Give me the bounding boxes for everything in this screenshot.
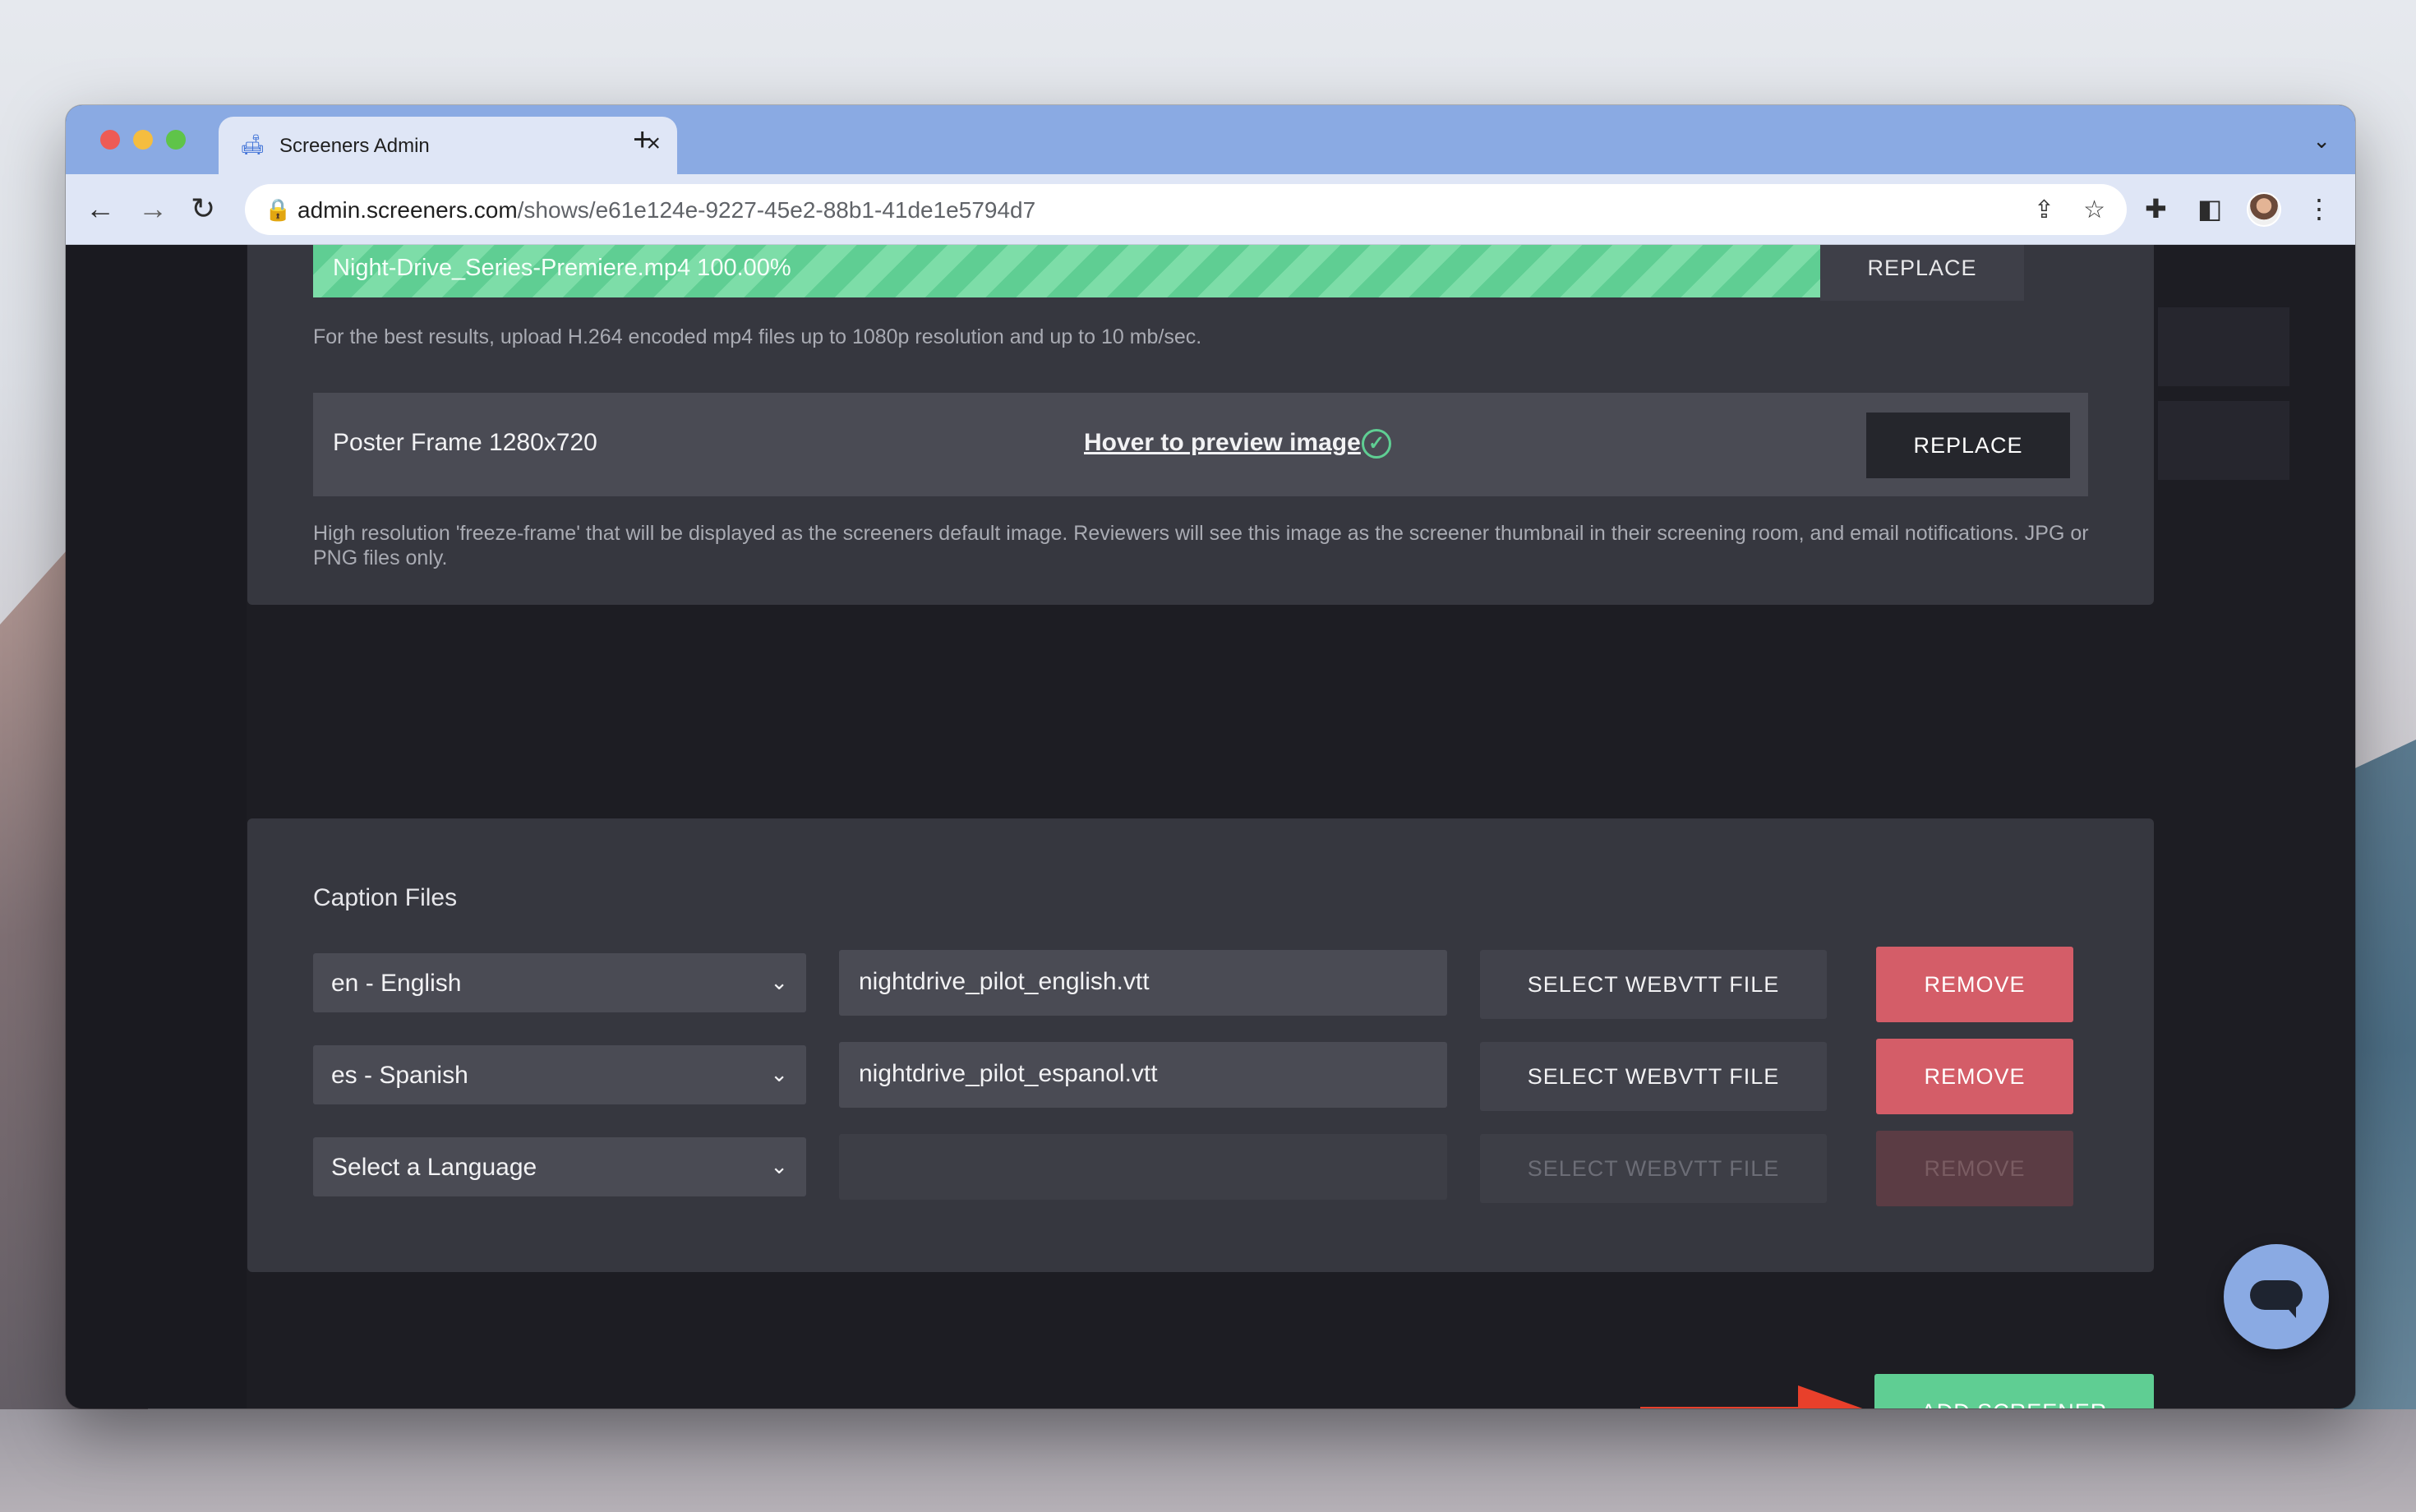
select-webvtt-button-disabled: SELECT WEBVTT FILE (1480, 1134, 1827, 1203)
caption-files-title: Caption Files (313, 884, 458, 911)
url-text[interactable]: admin.screeners.com/shows/e61e124e-9227-… (297, 197, 1035, 224)
preview-image-link[interactable]: Hover to preview image (1084, 429, 1361, 457)
poster-frame-row: Poster Frame 1280x720 Hover to preview i… (313, 393, 2088, 496)
replace-video-button[interactable]: REPLACE (1820, 245, 2024, 301)
language-select-value: es - Spanish (331, 1062, 468, 1089)
select-webvtt-button[interactable]: SELECT WEBVTT FILE (1480, 1042, 1827, 1111)
tab-bar: 🛋 Screeners Admin × + ⌄ (66, 105, 2355, 174)
dimmed-panel (2158, 307, 2289, 386)
chevron-down-icon: ⌄ (770, 1154, 788, 1178)
extensions-puzzle-icon[interactable]: ✚ (2145, 191, 2167, 227)
check-circle-icon: ✓ (1362, 429, 1391, 459)
back-arrow-icon[interactable]: ← (85, 191, 115, 227)
caption-file-name: nightdrive_pilot_espanol.vtt (859, 1060, 1158, 1087)
browser-window: 🛋 Screeners Admin × + ⌄ ← → ↻ 🔒 admin.sc… (66, 105, 2355, 1408)
close-window-button[interactable] (100, 130, 120, 150)
annotation-arrow-icon (1640, 1385, 1863, 1408)
replace-poster-button[interactable]: REPLACE (1866, 413, 2070, 478)
caption-file-field-disabled (839, 1134, 1447, 1200)
share-icon[interactable]: ⇪ (2034, 196, 2054, 224)
bookmark-star-icon[interactable]: ☆ (2083, 196, 2105, 224)
poster-frame-label: Poster Frame 1280x720 (333, 429, 597, 456)
caption-file-field[interactable]: nightdrive_pilot_espanol.vtt (839, 1042, 1447, 1108)
profile-avatar[interactable] (2247, 192, 2281, 227)
chevron-down-icon: ⌄ (770, 970, 788, 994)
progress-label: Night-Drive_Series-Premiere.mp4 100.00% (333, 255, 791, 281)
url-path: /shows/e61e124e-9227-45e2-88b1-41de1e579… (517, 197, 1036, 223)
dimmed-sidebar (66, 245, 247, 1408)
new-tab-icon[interactable]: + (633, 123, 652, 156)
tab-screeners-admin[interactable]: 🛋 Screeners Admin × (219, 117, 677, 174)
address-bar[interactable]: 🔒 admin.screeners.com/shows/e61e124e-922… (245, 184, 2127, 235)
caption-file-name: nightdrive_pilot_english.vtt (859, 968, 1150, 995)
select-webvtt-button[interactable]: SELECT WEBVTT FILE (1480, 950, 1827, 1019)
language-select-value: en - English (331, 970, 462, 997)
chat-icon-tail (2285, 1305, 2296, 1318)
url-host: admin.screeners.com (297, 197, 518, 223)
dimmed-panel (2158, 401, 2289, 480)
minimize-window-button[interactable] (133, 130, 153, 150)
page-viewport: Night-Drive_Series-Premiere.mp4 100.00% … (66, 245, 2355, 1408)
browser-menu-icon[interactable]: ⋮ (2306, 191, 2332, 227)
wallpaper-bottom (0, 1409, 2416, 1512)
caption-file-field[interactable]: nightdrive_pilot_english.vtt (839, 950, 1447, 1016)
sofa-favicon-icon: 🛋 (240, 134, 265, 156)
tab-title: Screeners Admin (279, 135, 430, 157)
chat-support-button[interactable] (2224, 1244, 2329, 1349)
remove-caption-button-disabled: REMOVE (1876, 1131, 2073, 1206)
browser-toolbar: ← → ↻ 🔒 admin.screeners.com/shows/e61e12… (66, 174, 2355, 245)
tab-search-chevron-icon[interactable]: ⌄ (2312, 128, 2331, 154)
video-upload-progress: Night-Drive_Series-Premiere.mp4 100.00% (313, 245, 1853, 297)
remove-caption-button[interactable]: REMOVE (1876, 1039, 2073, 1114)
forward-arrow-icon[interactable]: → (138, 191, 168, 227)
language-select[interactable]: Select a Language ⌄ (313, 1137, 806, 1196)
maximize-window-button[interactable] (166, 130, 186, 150)
side-panel-icon[interactable]: ◧ (2197, 191, 2222, 227)
lock-icon[interactable]: 🔒 (265, 197, 291, 223)
chevron-down-icon: ⌄ (770, 1062, 788, 1086)
poster-hint: High resolution 'freeze-frame' that will… (313, 522, 2089, 569)
add-screener-button[interactable]: ADD SCREENER (1874, 1374, 2154, 1408)
caption-files-card: Caption Files en - English ⌄ nightdrive_… (247, 818, 2154, 1272)
remove-caption-button[interactable]: REMOVE (1876, 947, 2073, 1022)
reload-icon[interactable]: ↻ (191, 191, 215, 227)
language-select[interactable]: en - English ⌄ (313, 953, 806, 1012)
language-select[interactable]: es - Spanish ⌄ (313, 1045, 806, 1104)
language-select-value: Select a Language (331, 1154, 537, 1181)
media-upload-card: Night-Drive_Series-Premiere.mp4 100.00% … (247, 245, 2154, 605)
video-hint: For the best results, upload H.264 encod… (313, 325, 1202, 348)
